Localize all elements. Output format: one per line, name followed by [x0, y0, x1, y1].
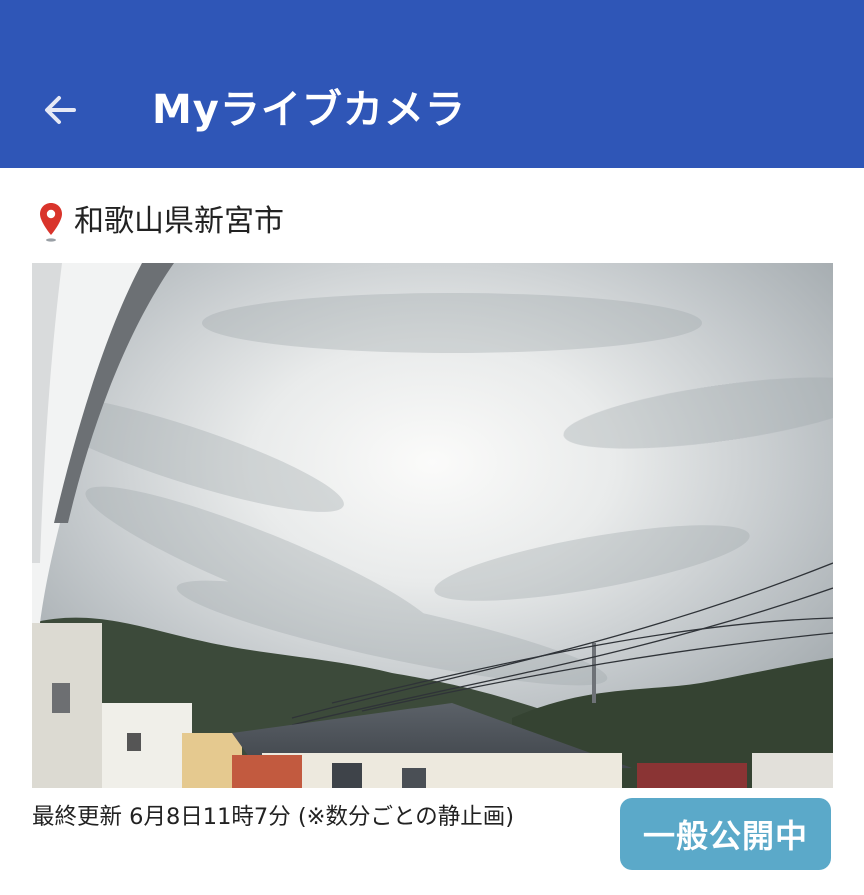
live-camera-image[interactable] [32, 263, 833, 788]
location-name: 和歌山県新宮市 [74, 204, 284, 239]
location-row: 和歌山県新宮市 [38, 200, 284, 244]
back-button[interactable] [34, 84, 86, 136]
arrow-left-icon [45, 96, 76, 124]
app-bar: Myライブカメラ [0, 0, 864, 168]
map-pin-icon [40, 203, 62, 242]
last-updated-text: 最終更新 6月8日11時7分 (※数分ごとの静止画) [32, 804, 515, 830]
public-status-button[interactable]: 一般公開中 [620, 798, 831, 870]
page-title: Myライブカメラ [152, 87, 466, 133]
